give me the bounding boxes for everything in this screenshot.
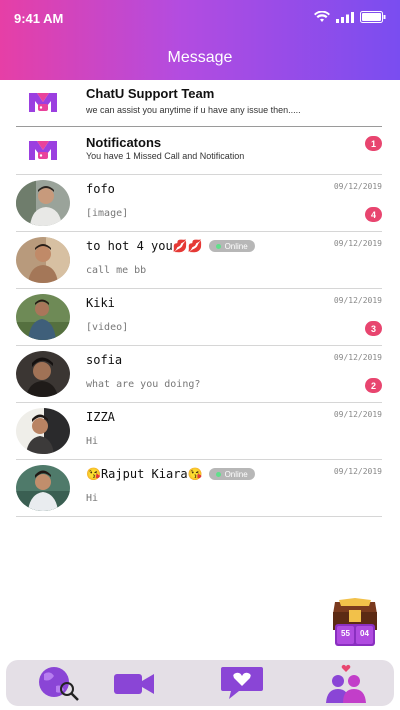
notifications-item[interactable]: Notificatons You have 1 Missed Call and … bbox=[16, 128, 382, 174]
chat-preview: Hi bbox=[86, 436, 99, 447]
notifications-badge: 1 bbox=[365, 136, 382, 151]
chat-name-text: fofo bbox=[86, 182, 115, 196]
chat-date: 09/12/2019 bbox=[333, 410, 382, 419]
avatar bbox=[16, 180, 70, 226]
chat-name-text: Kiki bbox=[86, 296, 115, 310]
unread-badge: 2 bbox=[365, 378, 382, 393]
globe-search-icon bbox=[39, 667, 79, 701]
chat-item-fofo[interactable]: fofo [image] 09/12/2019 4 bbox=[16, 174, 382, 231]
chat-preview: what are you doing? bbox=[86, 379, 201, 390]
chatu-logo-icon bbox=[24, 86, 62, 118]
avatar bbox=[16, 294, 70, 340]
chat-preview: Hi bbox=[86, 493, 99, 504]
status-icons bbox=[314, 11, 386, 23]
app-header: 9:41 AM Message bbox=[0, 0, 400, 80]
wifi-icon bbox=[314, 11, 330, 22]
nav-discover[interactable] bbox=[30, 664, 90, 702]
chat-name: 😘Rajput Kiara😘 Online bbox=[86, 467, 255, 481]
chat-date: 09/12/2019 bbox=[333, 467, 382, 476]
chat-date: 09/12/2019 bbox=[333, 353, 382, 362]
avatar bbox=[16, 351, 70, 397]
online-status-label: Online bbox=[224, 241, 248, 251]
chat-date: 09/12/2019 bbox=[333, 239, 382, 248]
support-team-item[interactable]: ChatU Support Team we can assist you any… bbox=[16, 80, 382, 126]
nav-messages[interactable] bbox=[212, 664, 272, 702]
chat-preview: call me bb bbox=[86, 265, 147, 276]
avatar bbox=[16, 408, 70, 454]
chat-name-text: sofia bbox=[86, 353, 123, 367]
online-status-pill: Online bbox=[208, 468, 255, 480]
chat-date: 09/12/2019 bbox=[333, 182, 382, 191]
chat-name-text: IZZA bbox=[86, 410, 115, 424]
video-camera-icon bbox=[114, 674, 154, 694]
nav-match[interactable] bbox=[316, 664, 376, 703]
unread-badge: 3 bbox=[365, 321, 382, 336]
chat-name: IZZA bbox=[86, 410, 115, 424]
chat-item-kiki[interactable]: Kiki [video] 09/12/2019 3 bbox=[16, 288, 382, 345]
unread-badge: 4 bbox=[365, 207, 382, 222]
chat-name: fofo bbox=[86, 182, 115, 196]
page-title: Message bbox=[167, 49, 233, 66]
divider bbox=[16, 126, 382, 127]
notifications-subtitle: You have 1 Missed Call and Notification bbox=[86, 151, 245, 161]
chat-date: 09/12/2019 bbox=[333, 296, 382, 305]
chat-name: sofia bbox=[86, 353, 122, 367]
online-status-label: Online bbox=[224, 469, 248, 479]
chat-preview: [image] bbox=[86, 208, 129, 219]
bottom-nav bbox=[6, 660, 394, 706]
support-subtitle: we can assist you anytime if u have any … bbox=[86, 105, 301, 115]
chat-heart-icon bbox=[221, 667, 263, 699]
chat-name: to hot 4 you💋💋 Online bbox=[86, 239, 255, 253]
signal-icon bbox=[336, 11, 354, 23]
online-status-pill: Online bbox=[208, 240, 255, 252]
couple-heart-icon bbox=[326, 664, 366, 703]
treasure-chest-icon bbox=[333, 598, 377, 646]
chat-item-rajput-kiara[interactable]: 😘Rajput Kiara😘 Online Hi 09/12/2019 bbox=[16, 459, 382, 516]
chat-name-text: to hot 4 you💋💋 bbox=[86, 239, 203, 253]
treasure-count-right: 04 bbox=[360, 629, 369, 638]
divider bbox=[16, 516, 382, 517]
status-time: 9:41 AM bbox=[14, 11, 64, 26]
notifications-title: Notificatons bbox=[86, 135, 162, 150]
chat-preview: [video] bbox=[86, 322, 129, 333]
avatar bbox=[16, 237, 70, 283]
status-bar: 9:41 AM bbox=[0, 0, 400, 34]
online-dot-icon bbox=[215, 243, 221, 249]
online-dot-icon bbox=[215, 471, 221, 477]
nav-video[interactable] bbox=[104, 664, 164, 702]
battery-icon bbox=[360, 11, 386, 23]
support-title: ChatU Support Team bbox=[86, 86, 215, 101]
chat-name: Kiki bbox=[86, 296, 115, 310]
chat-item-to-hot-4-you[interactable]: to hot 4 you💋💋 Online call me bb 09/12/2… bbox=[16, 231, 382, 288]
chatu-logo-icon bbox=[24, 134, 62, 166]
treasure-count-left: 55 bbox=[341, 629, 350, 638]
chat-item-izza[interactable]: IZZA Hi 09/12/2019 bbox=[16, 402, 382, 459]
chat-name-text: 😘Rajput Kiara😘 bbox=[86, 467, 203, 481]
avatar bbox=[16, 465, 70, 511]
chat-item-sofia[interactable]: sofia what are you doing? 09/12/2019 2 bbox=[16, 345, 382, 402]
treasure-chest-button[interactable]: 55 04 bbox=[329, 598, 381, 648]
